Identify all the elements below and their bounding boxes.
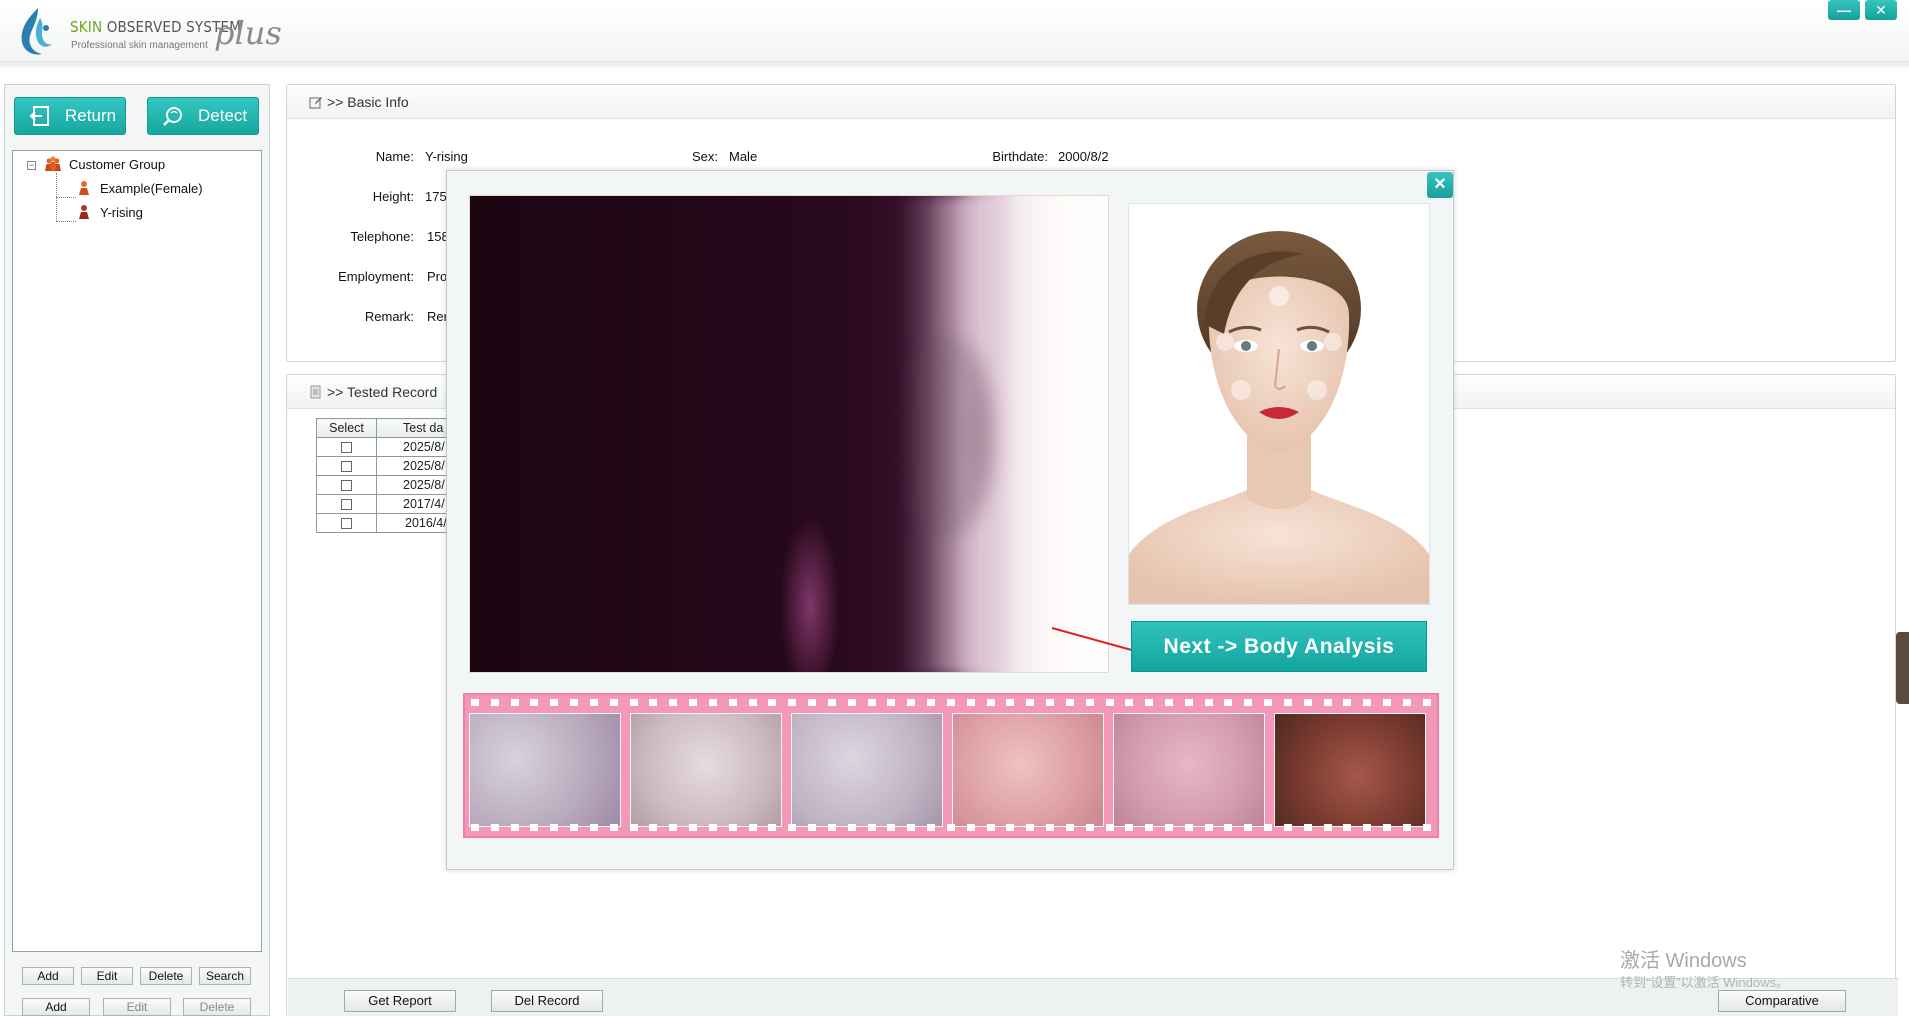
activation-watermark-subtitle: 转到“设置”以激活 Windows。 — [1620, 975, 1790, 990]
select-cell[interactable] — [316, 513, 377, 533]
capture-thumbnail[interactable] — [469, 713, 621, 827]
window-close-button[interactable]: ✕ — [1865, 0, 1897, 20]
magnifier-icon — [163, 107, 182, 126]
select-cell[interactable] — [316, 494, 377, 514]
app-logo-icon — [21, 8, 52, 55]
row-checkbox[interactable] — [341, 499, 352, 511]
return-label: Return — [65, 106, 117, 125]
capture-thumbnail[interactable] — [630, 713, 782, 827]
capture-thumbnail[interactable] — [1113, 713, 1265, 827]
capture-thumbnail[interactable] — [952, 713, 1104, 827]
capture-thumbnail[interactable] — [1274, 713, 1426, 827]
return-icon — [29, 106, 49, 126]
name-value: Y-rising — [425, 149, 468, 164]
row-checkbox[interactable] — [341, 442, 352, 454]
sprocket-row-top — [471, 699, 1431, 707]
name-label: Name: — [375, 149, 414, 164]
telephone-label: Telephone: — [350, 229, 414, 244]
remark-label: Remark: — [364, 309, 414, 324]
tree-item-customer-group[interactable]: Customer Group — [45, 156, 165, 172]
row-checkbox[interactable] — [341, 461, 352, 473]
person-icon — [79, 205, 89, 219]
tree-item-y-rising[interactable]: Y-rising — [76, 204, 143, 220]
remark-value: Rer — [427, 309, 448, 324]
tree-label: Y-rising — [100, 204, 143, 220]
person-icon — [79, 181, 89, 195]
detect-button[interactable]: Detect — [147, 97, 259, 135]
birthdate-label: Birthdate: — [992, 149, 1048, 164]
edit-customer-button[interactable]: Edit — [81, 967, 133, 985]
title-bar: SKIN OBSERVED SYSTEM Professional skin m… — [0, 0, 1909, 62]
capture-thumbnail[interactable] — [791, 713, 943, 827]
add-group-button[interactable]: Add — [22, 998, 90, 1016]
get-report-button[interactable]: Get Report — [344, 990, 456, 1012]
face-illustration — [1129, 231, 1429, 604]
face-map[interactable] — [1128, 203, 1430, 605]
select-cell[interactable] — [316, 456, 377, 476]
tree-label: Example(Female) — [100, 180, 203, 196]
sprocket-row-bottom — [471, 824, 1431, 832]
add-customer-button[interactable]: Add — [22, 967, 74, 985]
employment-value: Pro — [427, 269, 448, 284]
height-value: 175 — [425, 189, 447, 204]
row-checkbox[interactable] — [341, 518, 352, 530]
tree-connector — [56, 197, 76, 198]
document-icon — [310, 385, 321, 398]
tested-record-title: >> Tested Record — [327, 383, 438, 400]
delete-customer-button[interactable]: Delete — [140, 967, 192, 985]
sex-value: Male — [729, 149, 758, 164]
sex-label: Sex: — [691, 149, 718, 164]
edit-group-button[interactable]: Edit — [103, 998, 171, 1016]
brand-subtitle: Professional skin management — [71, 40, 208, 51]
capture-filmstrip — [463, 693, 1439, 838]
row-checkbox[interactable] — [341, 480, 352, 492]
return-button[interactable]: Return — [14, 97, 126, 135]
brand-skin: SKIN — [70, 18, 103, 36]
tree-connector — [56, 221, 76, 222]
group-icon — [45, 156, 61, 171]
edit-icon — [309, 96, 322, 108]
birthdate-value: 2000/8/2 — [1058, 149, 1109, 164]
top-stripe — [0, 62, 1909, 68]
next-body-analysis-button[interactable]: Next -> Body Analysis — [1131, 621, 1427, 672]
customer-tree: − Customer Group Example(Female) Y-risin… — [12, 150, 262, 952]
select-header[interactable]: Select — [316, 418, 377, 438]
basic-info-title: >> Basic Info — [327, 93, 409, 110]
tree-item-example-female[interactable]: Example(Female) — [76, 180, 203, 196]
camera-preview — [469, 195, 1109, 673]
dialog-close-button[interactable]: × — [1427, 172, 1453, 198]
height-label: Height: — [372, 189, 414, 204]
minimize-button[interactable]: — — [1828, 0, 1860, 20]
comparative-button[interactable]: Comparative — [1718, 990, 1846, 1012]
select-cell[interactable] — [316, 437, 377, 457]
employment-label: Employment: — [338, 269, 414, 284]
del-record-button[interactable]: Del Record — [491, 990, 603, 1012]
delete-group-button[interactable]: Delete — [183, 998, 251, 1016]
activation-watermark-title: 激活 Windows — [1620, 950, 1747, 972]
collapse-toggle[interactable]: − — [27, 161, 36, 170]
brand-plus: plus — [214, 14, 282, 52]
camera-glow — [900, 196, 1020, 672]
search-customer-button[interactable]: Search — [199, 967, 251, 985]
side-device-thumbnail[interactable] — [1896, 632, 1909, 704]
basic-info-header: >> Basic Info — [287, 85, 1895, 119]
select-cell[interactable] — [316, 475, 377, 495]
detect-label: Detect — [198, 106, 248, 125]
tree-label: Customer Group — [69, 156, 166, 172]
